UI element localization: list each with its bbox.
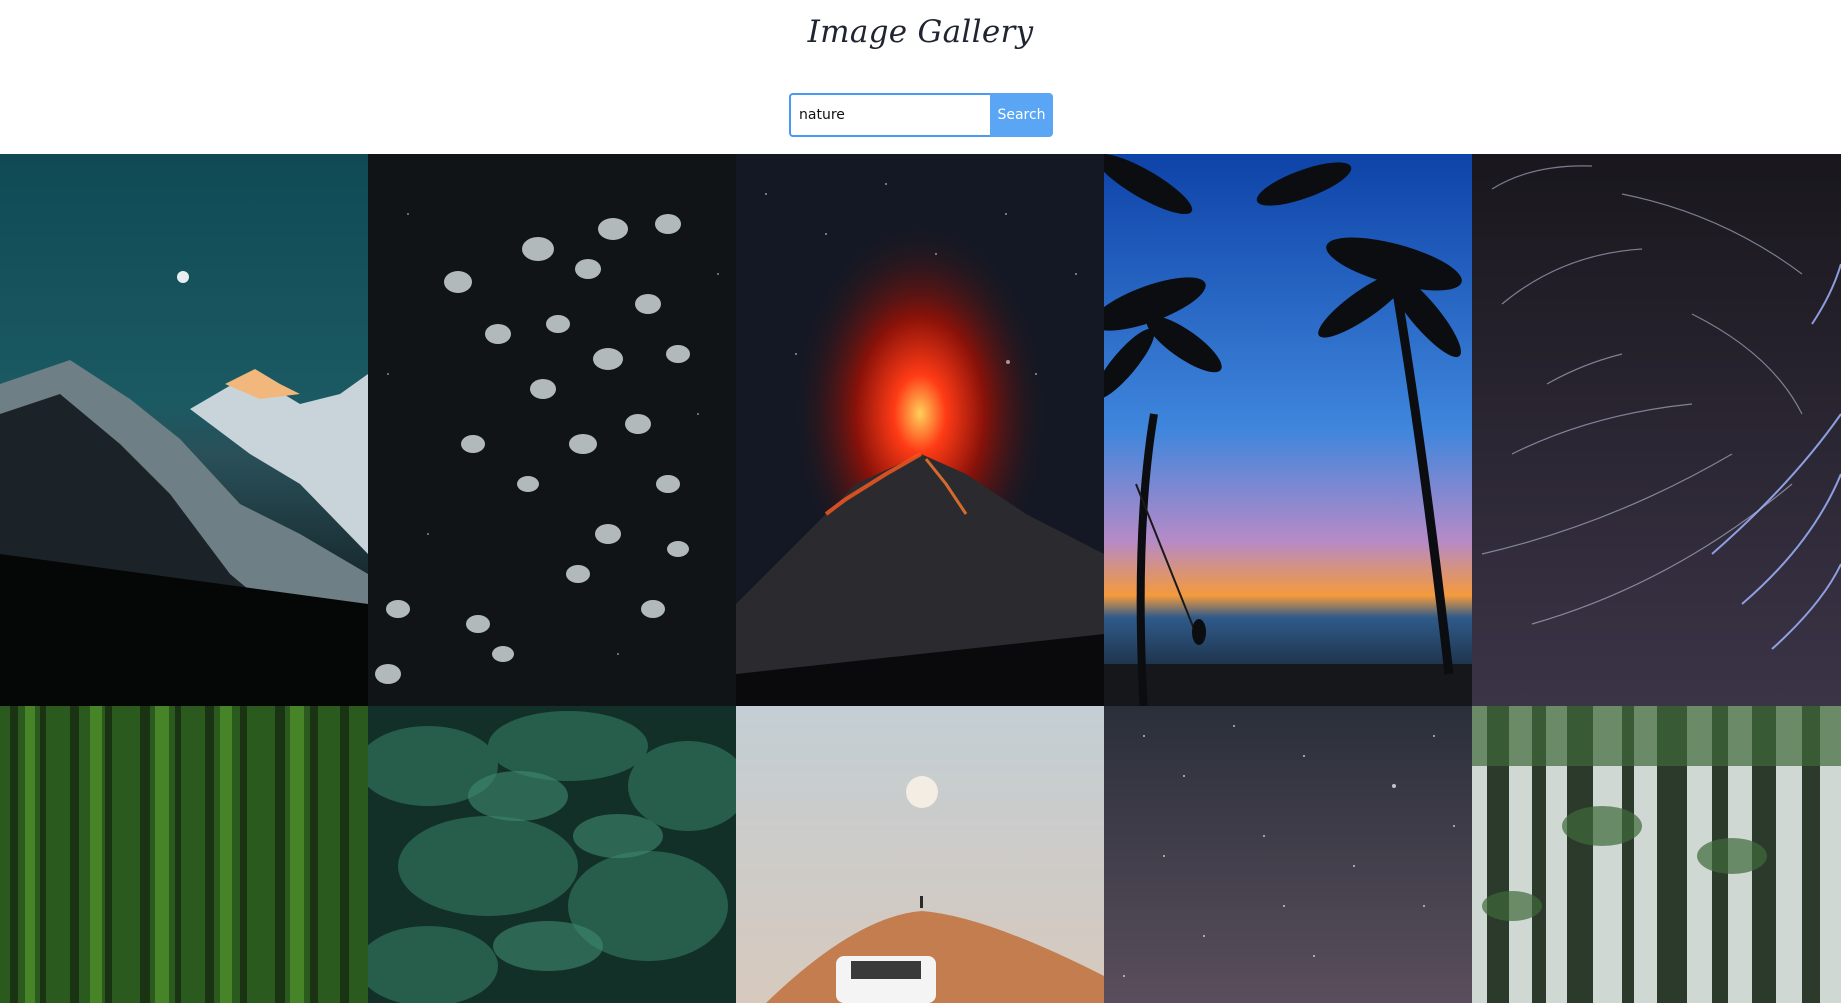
gallery-image-starry-sky[interactable]	[1104, 706, 1472, 1003]
search-input[interactable]	[789, 93, 990, 137]
page-title: Image Gallery	[807, 14, 1034, 50]
gallery-image-evergreen[interactable]	[368, 706, 736, 1003]
gallery-image-palms-swing[interactable]	[1104, 154, 1472, 706]
gallery-image-tall-forest[interactable]	[1472, 706, 1841, 1003]
gallery-image-mountains[interactable]	[0, 154, 368, 706]
gallery-image-jellyfish[interactable]	[368, 154, 736, 706]
gallery-image-green-forest[interactable]	[0, 706, 368, 1003]
gallery-header: Image Gallery Search	[0, 0, 1841, 154]
gallery-image-star-trails[interactable]	[1472, 154, 1841, 706]
gallery-image-desert-moon[interactable]	[736, 706, 1104, 1003]
search-form: Search	[789, 93, 1053, 137]
gallery-image-volcano[interactable]	[736, 154, 1104, 706]
image-grid	[0, 154, 1841, 1003]
search-button[interactable]: Search	[990, 93, 1053, 137]
